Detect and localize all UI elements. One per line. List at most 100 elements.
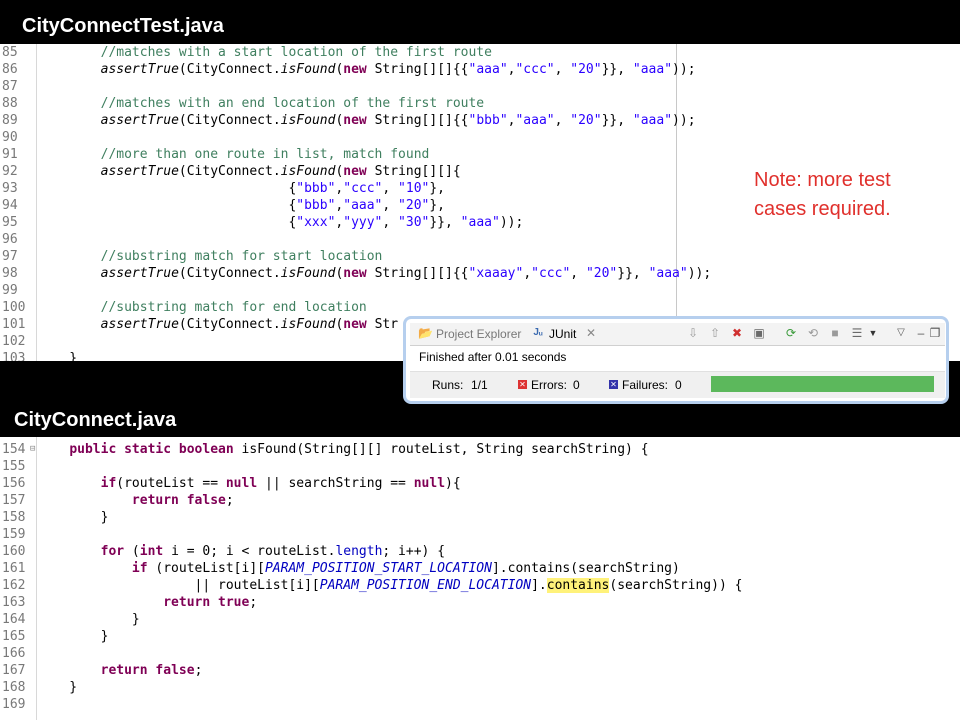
line-number: 161 [2, 561, 26, 576]
code-line[interactable]: 155 [0, 458, 960, 475]
code-text: } [38, 351, 78, 361]
code-text: } [38, 612, 140, 627]
line-number: 156 [2, 476, 26, 491]
code-line[interactable]: 159 [0, 526, 960, 543]
code-line[interactable]: 97 //substring match for start location [0, 248, 960, 265]
code-text: assertTrue(CityConnect.isFound(new Strin… [100, 62, 696, 77]
code-line[interactable]: 163 return true; [0, 594, 960, 611]
code-text: //matches with a start location of the f… [100, 45, 492, 60]
stop-run-icon[interactable]: ■ [828, 326, 842, 340]
line-number: 99 [2, 283, 18, 298]
rerun-failed-first-icon[interactable]: ⟲ [806, 326, 820, 340]
code-line[interactable]: 168 } [0, 679, 960, 696]
line-number: 88 [2, 96, 18, 111]
line-number: 103 [2, 351, 26, 361]
test-history-icon[interactable]: ☰ [850, 326, 864, 340]
junit-icon: Jᵤ [533, 327, 543, 338]
code-text: //more than one route in list, match fou… [100, 147, 430, 162]
code-text: //substring match for end location [100, 300, 367, 315]
code-line[interactable]: 96 [0, 231, 960, 248]
test-progress-bar [711, 376, 934, 392]
code-line[interactable]: 85 //matches with a start location of th… [0, 44, 960, 61]
folder-icon: 📂 [418, 326, 433, 340]
code-line[interactable]: 169 [0, 696, 960, 713]
code-line[interactable]: 164 } [0, 611, 960, 628]
code-text: if (routeList[i][PARAM_POSITION_START_LO… [131, 561, 680, 576]
code-text: {"bbb","ccc", "10"}, [38, 181, 446, 196]
code-line[interactable]: 162 || routeList[i][PARAM_POSITION_END_L… [0, 577, 960, 594]
code-text: {"xxx","yyy", "30"}}, "aaa")); [38, 215, 524, 230]
line-number: 101 [2, 317, 26, 332]
rerun-test-icon[interactable]: ⟳ [784, 326, 798, 340]
code-line[interactable]: 100 //substring match for end location [0, 299, 960, 316]
tab-project-explorer[interactable]: Project Explorer [436, 327, 521, 341]
code-line[interactable]: 166 [0, 645, 960, 662]
line-number: 95 [2, 215, 18, 230]
code-line[interactable]: 161 if (routeList[i][PARAM_POSITION_STAR… [0, 560, 960, 577]
line-number: 165 [2, 629, 26, 644]
next-failure-icon[interactable]: ⇩ [686, 326, 700, 340]
line-number: 91 [2, 147, 18, 162]
maximize-view-icon[interactable]: ❐ [928, 326, 942, 340]
source-code-editor[interactable]: 154 ⊟ public static boolean isFound(Strin… [0, 437, 960, 720]
line-number: 86 [2, 62, 18, 77]
view-menu-icon[interactable]: ▽ [894, 326, 908, 340]
code-text: } [38, 680, 78, 695]
code-text: //substring match for start location [100, 249, 383, 264]
code-text: assertTrue(CityConnect.isFound(new Str [100, 317, 399, 332]
code-line[interactable]: 165 } [0, 628, 960, 645]
tab-junit[interactable]: JUnit [549, 327, 576, 341]
fold-toggle-icon[interactable]: ⊟ [30, 441, 35, 458]
junit-view-tabs: 📂 Project Explorer Jᵤ JUnit ✕ ⇩ ⇧ ✖ ▣ ⟳ … [410, 323, 945, 346]
line-number: 159 [2, 527, 26, 542]
code-line[interactable]: 158 } [0, 509, 960, 526]
source-file-title: CityConnect.java [14, 409, 177, 431]
line-number: 96 [2, 232, 18, 247]
code-line[interactable]: 91 //more than one route in list, match … [0, 146, 960, 163]
code-line[interactable]: 167 return false; [0, 662, 960, 679]
code-line[interactable]: 86 assertTrue(CityConnect.isFound(new St… [0, 61, 960, 78]
code-line[interactable]: 157 return false; [0, 492, 960, 509]
line-number: 100 [2, 300, 26, 315]
code-line[interactable]: 88 //matches with an end location of the… [0, 95, 960, 112]
code-text: return false; [100, 663, 203, 678]
code-text: for (int i = 0; i < routeList.length; i+… [100, 544, 446, 559]
code-line[interactable]: 98 assertTrue(CityConnect.isFound(new St… [0, 265, 960, 282]
history-dropdown-icon[interactable]: ▼ [866, 326, 880, 340]
code-line[interactable]: 154 ⊟ public static boolean isFound(Strin… [0, 441, 960, 458]
line-number: 168 [2, 680, 26, 695]
show-failures-only-icon[interactable]: ✖ [730, 326, 744, 340]
code-text: assertTrue(CityConnect.isFound(new Strin… [100, 164, 461, 179]
scroll-lock-icon[interactable]: ▣ [752, 326, 766, 340]
line-number: 98 [2, 266, 18, 281]
code-line[interactable]: 90 [0, 129, 960, 146]
runs-label: Runs: [432, 378, 464, 392]
junit-status-text: Finished after 0.01 seconds [419, 350, 567, 364]
code-text: } [38, 510, 109, 525]
code-text: return true; [163, 595, 258, 610]
code-text: //matches with an end location of the fi… [100, 96, 485, 111]
line-number: 158 [2, 510, 26, 525]
line-number: 157 [2, 493, 26, 508]
failures-icon: ✕ [609, 380, 618, 389]
code-text: return false; [131, 493, 234, 508]
line-number: 85 [2, 45, 18, 60]
junit-counters: Runs: 1/1 ✕ Errors: 0 ✕ Failures: 0 [410, 371, 945, 398]
code-line[interactable]: 87 [0, 78, 960, 95]
previous-failure-icon[interactable]: ⇧ [708, 326, 722, 340]
code-line[interactable]: 99 [0, 282, 960, 299]
line-number: 166 [2, 646, 26, 661]
code-text: if(routeList == null || searchString == … [100, 476, 461, 491]
code-line[interactable]: 156 if(routeList == null || searchString… [0, 475, 960, 492]
code-line[interactable]: 89 assertTrue(CityConnect.isFound(new St… [0, 112, 960, 129]
failures-value: 0 [675, 378, 682, 392]
code-line[interactable]: 160 for (int i = 0; i < routeList.length… [0, 543, 960, 560]
code-text: } [38, 629, 109, 644]
minimize-view-icon[interactable]: ‒ [914, 326, 928, 340]
code-text: || routeList[i][PARAM_POSITION_END_LOCAT… [38, 578, 743, 593]
line-number: 94 [2, 198, 18, 213]
errors-label: Errors: [531, 378, 567, 392]
close-tab-icon[interactable]: ✕ [584, 326, 598, 340]
errors-icon: ✕ [518, 380, 527, 389]
line-number: 93 [2, 181, 18, 196]
